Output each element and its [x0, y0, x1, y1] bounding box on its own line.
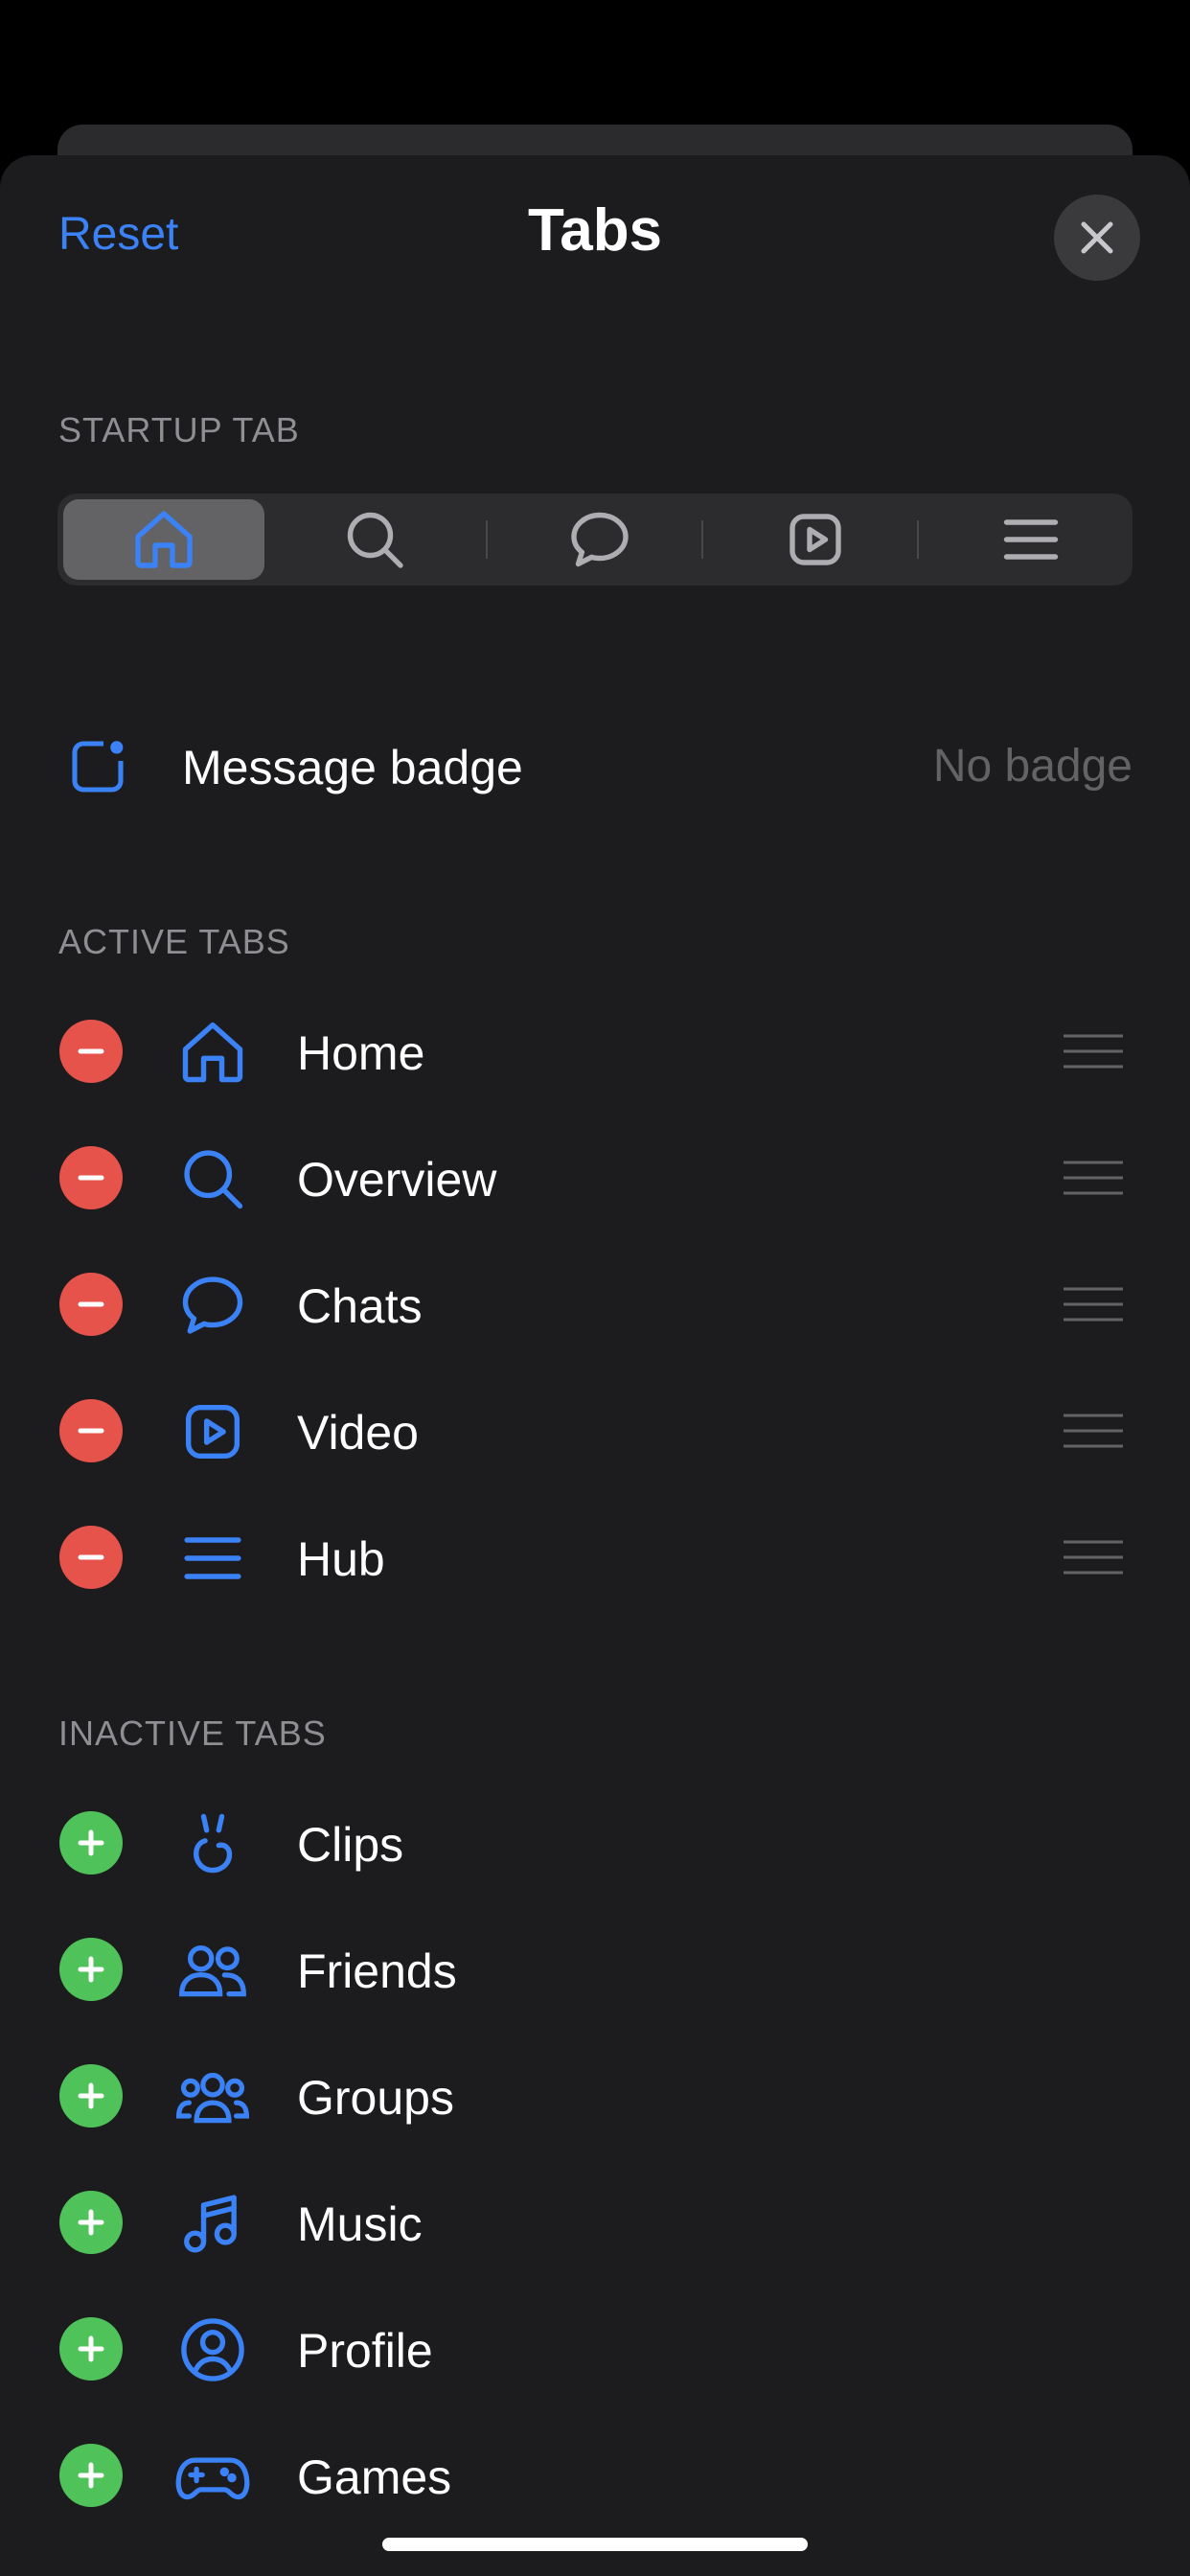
active-tab-row: Home — [0, 993, 1190, 1108]
plus-icon — [78, 2462, 104, 2489]
add-button[interactable] — [59, 1938, 123, 2001]
tab-label: Groups — [297, 2071, 454, 2125]
tab-label: Music — [297, 2197, 423, 2251]
segment-divider — [701, 520, 703, 559]
home-icon — [174, 1020, 251, 1085]
search-icon — [347, 512, 403, 568]
inactive-tab-row: Music — [0, 2164, 1190, 2279]
minus-icon — [78, 1175, 104, 1181]
plus-icon — [78, 1956, 104, 1983]
home-icon — [135, 511, 193, 568]
friends-icon — [174, 1938, 251, 2003]
minus-icon — [78, 1428, 104, 1434]
startup-option-video[interactable] — [715, 499, 916, 580]
active-tabs-heading: ACTIVE TABS — [58, 922, 290, 961]
active-tab-row: Video — [0, 1372, 1190, 1487]
message-badge-row[interactable]: Message badge No badge — [0, 709, 1190, 824]
active-tab-row: Chats — [0, 1246, 1190, 1361]
chat-icon — [174, 1273, 251, 1338]
tab-label: Overview — [297, 1153, 497, 1207]
startup-option-home[interactable] — [63, 499, 264, 580]
message-badge-value: No badge — [932, 741, 1133, 792]
minus-icon — [78, 1554, 104, 1560]
startup-option-chats[interactable] — [499, 499, 700, 580]
tab-label: Home — [297, 1026, 425, 1080]
drag-handle-icon[interactable] — [1062, 1033, 1125, 1070]
add-button[interactable] — [59, 2444, 123, 2507]
inactive-tab-row: Games — [0, 2417, 1190, 2532]
active-tab-row: Overview — [0, 1119, 1190, 1234]
remove-button[interactable] — [59, 1020, 123, 1083]
hub-icon — [1003, 519, 1059, 560]
plus-icon — [78, 2209, 104, 2236]
minus-icon — [78, 1048, 104, 1054]
page-title: Tabs — [527, 197, 663, 264]
tab-label: Profile — [297, 2324, 433, 2378]
add-button[interactable] — [59, 2064, 123, 2128]
remove-button[interactable] — [59, 1526, 123, 1589]
drag-handle-icon[interactable] — [1062, 1286, 1125, 1322]
startup-option-search[interactable] — [274, 499, 475, 580]
music-icon — [174, 2191, 251, 2256]
clips-icon — [174, 1811, 251, 1876]
add-button[interactable] — [59, 2317, 123, 2380]
inactive-tabs-heading: INACTIVE TABS — [58, 1714, 327, 1753]
remove-button[interactable] — [59, 1146, 123, 1209]
home-indicator[interactable] — [382, 2538, 808, 2551]
add-button[interactable] — [59, 1811, 123, 1874]
remove-button[interactable] — [59, 1399, 123, 1462]
remove-button[interactable] — [59, 1273, 123, 1336]
segment-divider — [917, 520, 919, 559]
startup-tab-selector — [57, 494, 1133, 586]
segment-divider — [486, 520, 488, 559]
drag-handle-icon[interactable] — [1062, 1160, 1125, 1196]
games-icon — [174, 2444, 251, 2509]
tab-label: Clips — [297, 1818, 404, 1872]
groups-icon — [174, 2064, 251, 2129]
startup-option-hub[interactable] — [930, 499, 1132, 580]
profile-icon — [174, 2317, 251, 2382]
tab-label: Video — [297, 1406, 419, 1460]
tab-label: Friends — [297, 1944, 457, 1998]
video-icon — [174, 1399, 251, 1464]
plus-icon — [78, 2082, 104, 2109]
minus-icon — [78, 1301, 104, 1307]
close-icon — [1081, 221, 1113, 254]
add-button[interactable] — [59, 2191, 123, 2254]
hub-icon — [174, 1526, 251, 1591]
plus-icon — [78, 2335, 104, 2362]
startup-tab-heading: STARTUP TAB — [58, 410, 300, 449]
inactive-tab-row: Friends — [0, 1911, 1190, 2026]
plus-icon — [78, 1829, 104, 1856]
chat-icon — [571, 512, 629, 567]
inactive-tab-row: Groups — [0, 2037, 1190, 2152]
message-badge-label: Message badge — [182, 741, 523, 794]
tab-label: Hub — [297, 1532, 385, 1586]
inactive-tab-row: Clips — [0, 1784, 1190, 1899]
tab-label: Games — [297, 2450, 452, 2504]
close-button[interactable] — [1054, 195, 1140, 281]
drag-handle-icon[interactable] — [1062, 1413, 1125, 1449]
active-tab-row: Hub — [0, 1499, 1190, 1614]
search-icon — [174, 1146, 251, 1211]
badge-icon — [59, 732, 136, 801]
tab-label: Chats — [297, 1279, 423, 1333]
drag-handle-icon[interactable] — [1062, 1539, 1125, 1576]
inactive-tab-row: Profile — [0, 2290, 1190, 2405]
video-icon — [790, 514, 841, 565]
